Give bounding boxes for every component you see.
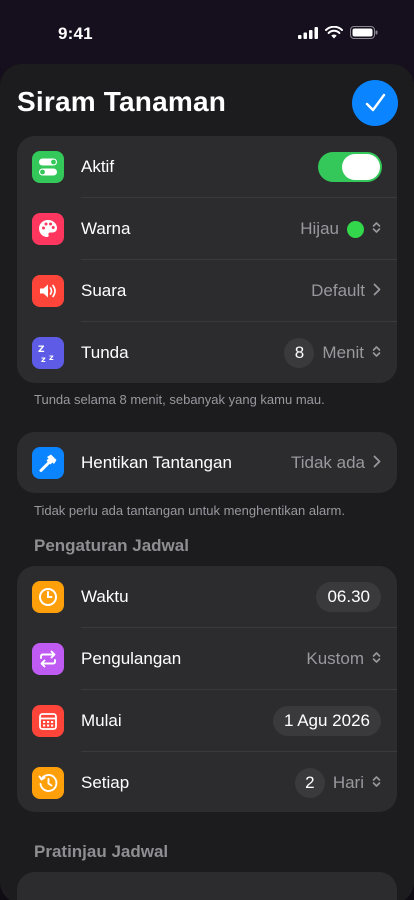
- setiap-unit: Hari: [332, 773, 364, 792]
- row-suara[interactable]: Suara Default: [17, 260, 397, 322]
- time-picker-button[interactable]: 06.30: [316, 582, 381, 612]
- row-label: Pengulangan: [81, 649, 182, 668]
- warna-value: Hijau: [300, 219, 339, 238]
- chevron-right-icon: [373, 453, 381, 473]
- row-aktif: Aktif: [17, 136, 397, 198]
- calendar-icon: [32, 705, 64, 737]
- chevron-up-down-icon: [372, 221, 381, 237]
- svg-text:z: z: [41, 355, 46, 364]
- preview-group: [17, 872, 397, 900]
- history-clock-icon: [32, 767, 64, 799]
- svg-text:z: z: [49, 353, 54, 362]
- done-button[interactable]: [352, 80, 398, 126]
- wifi-icon: [325, 26, 343, 39]
- aktif-toggle[interactable]: [318, 152, 382, 182]
- date-picker-button[interactable]: 1 Agu 2026: [272, 706, 381, 736]
- cellular-signal-icon: [298, 26, 318, 39]
- row-hentikan-tantangan[interactable]: Hentikan Tantangan Tidak ada: [17, 432, 397, 493]
- status-icons: [298, 26, 378, 39]
- challenge-group: Hentikan Tantangan Tidak ada: [17, 432, 397, 493]
- chevron-up-down-icon: [372, 651, 381, 667]
- row-setiap[interactable]: Setiap 2 Hari: [17, 752, 397, 812]
- chevron-up-down-icon: [372, 345, 381, 361]
- color-swatch: [347, 220, 364, 238]
- row-label: Suara: [81, 281, 127, 300]
- row-label: Warna: [81, 219, 131, 238]
- tunda-unit: Menit: [322, 343, 364, 362]
- row-label: Hentikan Tantangan: [81, 452, 232, 472]
- tantangan-value: Tidak ada: [290, 452, 365, 472]
- tunda-number: 8: [284, 338, 315, 368]
- row-label: Waktu: [81, 587, 129, 606]
- palette-icon: [32, 213, 64, 245]
- main-settings-group: Aktif Warna Hijau Suara Default Z z z Tu…: [17, 136, 397, 383]
- row-label: Mulai: [81, 711, 122, 730]
- row-mulai: Mulai 1 Agu 2026: [17, 690, 397, 752]
- schedule-group: Waktu 06.30 Pengulangan Kustom Mulai 1 A…: [17, 566, 397, 812]
- speaker-icon: [32, 275, 64, 307]
- row-waktu: Waktu 06.30: [17, 566, 397, 628]
- status-bar: 9:41: [0, 0, 414, 60]
- checkmark-icon: [365, 93, 386, 112]
- toggle-switches-icon: [32, 151, 64, 183]
- toggle-knob: [342, 154, 380, 180]
- setiap-number: 2: [294, 768, 325, 798]
- row-label: Setiap: [81, 773, 130, 792]
- snooze-zzz-icon: Z z z: [32, 337, 64, 369]
- page-title: Siram Tanaman: [17, 86, 227, 117]
- suara-value: Default: [311, 281, 365, 300]
- hammer-icon: [32, 447, 64, 479]
- schedule-section-header: Pengaturan Jadwal: [34, 536, 189, 555]
- svg-text:Z: Z: [38, 345, 45, 355]
- row-label: Aktif: [81, 157, 115, 176]
- pengulangan-value: Kustom: [306, 649, 364, 668]
- row-warna[interactable]: Warna Hijau: [17, 198, 397, 260]
- row-tunda[interactable]: Z z z Tunda 8 Menit: [17, 322, 397, 383]
- battery-icon: [350, 26, 378, 39]
- chevron-right-icon: [373, 281, 381, 301]
- status-time: 9:41: [58, 24, 93, 43]
- repeat-icon: [32, 643, 64, 675]
- tunda-footnote: Tunda selama 8 menit, sebanyak yang kamu…: [34, 392, 325, 407]
- clock-icon: [32, 581, 64, 613]
- challenge-footnote: Tidak perlu ada tantangan untuk menghent…: [34, 503, 345, 518]
- preview-section-header: Pratinjau Jadwal: [34, 842, 169, 861]
- row-pengulangan[interactable]: Pengulangan Kustom: [17, 628, 397, 690]
- row-label: Tunda: [81, 343, 129, 362]
- chevron-up-down-icon: [372, 775, 381, 791]
